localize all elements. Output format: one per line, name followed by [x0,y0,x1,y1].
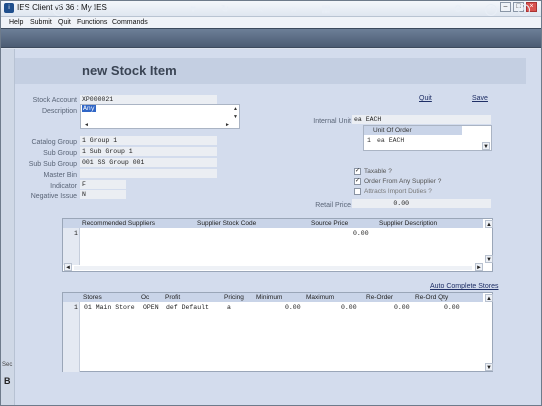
suppliers-grid[interactable]: Recommended Suppliers Supplier Stock Cod… [62,218,493,272]
scroll-left-icon[interactable]: ◄ [64,263,72,271]
indicator-label: Indicator [50,183,77,190]
scroll-right-icon[interactable]: ► [225,122,230,128]
unit-of-order-list[interactable]: Unit Of Order 1 ea EACH ▼ [363,125,492,151]
confirm-icon[interactable]: ✓ [485,4,497,16]
internal-unit-field[interactable]: ea EACH [352,115,491,124]
page-title: new Stock Item [82,63,177,78]
sub-group-field[interactable]: 1 Sub Group 1 [80,147,217,156]
sub-sub-group-label: Sub Sub Group [28,161,77,168]
profit-cell[interactable]: def Default [166,304,209,311]
app-icon: i [4,3,14,13]
col-supplier-description[interactable]: Supplier Description [379,220,437,227]
stores-grid[interactable]: Stores Oc Profit Pricing Minimum Maximum… [62,292,493,372]
col-source-price[interactable]: Source Price [311,220,348,227]
unit-of-order-row-num: 1 [367,137,371,144]
menu-bar: Help Submit Quit Functions Commands [1,17,541,28]
refresh-icon[interactable]: ↻ [219,4,231,16]
store-cell[interactable]: 01 Main Store [84,304,135,311]
order-any-supplier-label: Order From Any Supplier ? [364,178,442,185]
order-any-supplier-checkbox[interactable]: ✓ [354,178,361,185]
stores-header: Stores Oc Profit Pricing Minimum Maximum… [63,293,483,302]
auto-complete-stores-link[interactable]: Auto Complete Stores [430,283,498,290]
taxable-checkbox[interactable]: ✓ [354,168,361,175]
unit-of-order-header: Unit Of Order [373,127,412,134]
negative-issue-label: Negative Issue [30,193,77,200]
catalog-group-label: Catalog Group [31,139,77,146]
quit-link[interactable]: Quit [419,95,432,102]
menu-functions[interactable]: Functions [77,17,107,28]
col-oc[interactable]: Oc [141,294,149,301]
scroll-up-icon[interactable]: ▲ [485,294,493,302]
suppliers-header: Recommended Suppliers Supplier Stock Cod… [63,219,483,228]
maximum-cell[interactable]: 0.00 [341,304,357,311]
taxable-label: Taxable ? [364,168,392,175]
col-recommended-suppliers[interactable]: Recommended Suppliers [82,220,155,227]
stock-account-field[interactable]: XP000021 [80,95,217,104]
toolbar [1,28,541,48]
col-minimum[interactable]: Minimum [256,294,282,301]
col-re-ord-qty[interactable]: Re-Ord Qty [415,294,448,301]
scroll-right-icon[interactable]: ► [475,263,483,271]
sub-group-label: Sub Group [43,150,77,157]
description-field[interactable]: Any [82,105,96,112]
attracts-import-label: Attracts Import Duties ? [364,188,432,195]
col-pricing[interactable]: Pricing [224,294,244,301]
menu-help[interactable]: Help [9,17,23,28]
retail-price-label: Retail Price [315,202,351,209]
left-panel-b-label: B [4,376,11,386]
source-price-cell[interactable]: 0.00 [353,230,369,237]
search-icon[interactable]: ⚲ [86,4,98,16]
last-icon[interactable]: » [288,4,300,16]
row-number-column [63,302,80,372]
close-icon[interactable]: × [518,4,530,16]
scroll-down-icon[interactable]: ▼ [482,142,490,150]
left-panel-sec-label: Sec [2,362,13,368]
menu-commands[interactable]: Commands [112,17,148,28]
first-icon[interactable]: « [254,4,266,16]
minimum-cell[interactable]: 0.00 [285,304,301,311]
horizontal-scrollbar[interactable] [74,266,472,270]
master-bin-field[interactable] [80,169,217,178]
master-bin-label: Master Bin [43,172,77,179]
menu-submit[interactable]: Submit [30,17,52,28]
table-row-num: 1 [74,304,78,311]
scroll-up-icon[interactable]: ▲ [233,106,238,112]
scroll-left-icon[interactable]: ◄ [84,122,89,128]
description-box[interactable]: Any ▲ ▼ ◄ ► [80,104,240,129]
description-label: Description [41,108,77,115]
re-order-cell[interactable]: 0.00 [394,304,410,311]
menu-quit[interactable]: Quit [58,17,71,28]
key-icon[interactable]: ⊶ [18,4,36,16]
scroll-down-icon[interactable]: ▼ [485,363,493,371]
retail-price-field[interactable]: 0.00 [352,199,491,208]
table-row-num: 1 [74,230,78,237]
unit-of-order-value[interactable]: ea EACH [377,137,404,144]
minimize-icon[interactable]: – [500,2,511,12]
help-icon[interactable]: ? [53,4,65,16]
settings-icon[interactable]: ⚙ [452,4,464,16]
indicator-field[interactable]: F [80,180,126,189]
stock-account-label: Stock Account [32,97,77,104]
catalog-group-field[interactable]: 1 Group 1 [80,136,217,145]
internal-unit-label: Internal Unit [313,118,351,125]
col-maximum[interactable]: Maximum [306,294,334,301]
grid-icon[interactable]: ▦ [320,4,332,16]
col-profit[interactable]: Profit [165,294,180,301]
re-ord-qty-cell[interactable]: 0.00 [444,304,460,311]
scroll-down-icon[interactable]: ▼ [233,114,238,120]
scroll-up-icon[interactable]: ▲ [485,220,493,228]
col-stores[interactable]: Stores [83,294,102,301]
col-supplier-stock-code[interactable]: Supplier Stock Code [197,220,256,227]
negative-issue-field[interactable]: N [80,190,126,199]
oc-cell[interactable]: OPEN [143,304,159,311]
pricing-cell[interactable]: a [227,304,231,311]
col-re-order[interactable]: Re-Order [366,294,393,301]
sub-sub-group-field[interactable]: 001 SS Group 001 [80,158,217,167]
scroll-down-icon[interactable]: ▼ [485,255,493,263]
attracts-import-checkbox[interactable] [354,188,361,195]
left-panel [1,49,15,405]
heart-icon[interactable]: ♥ [187,4,199,16]
save-link[interactable]: Save [472,95,488,102]
